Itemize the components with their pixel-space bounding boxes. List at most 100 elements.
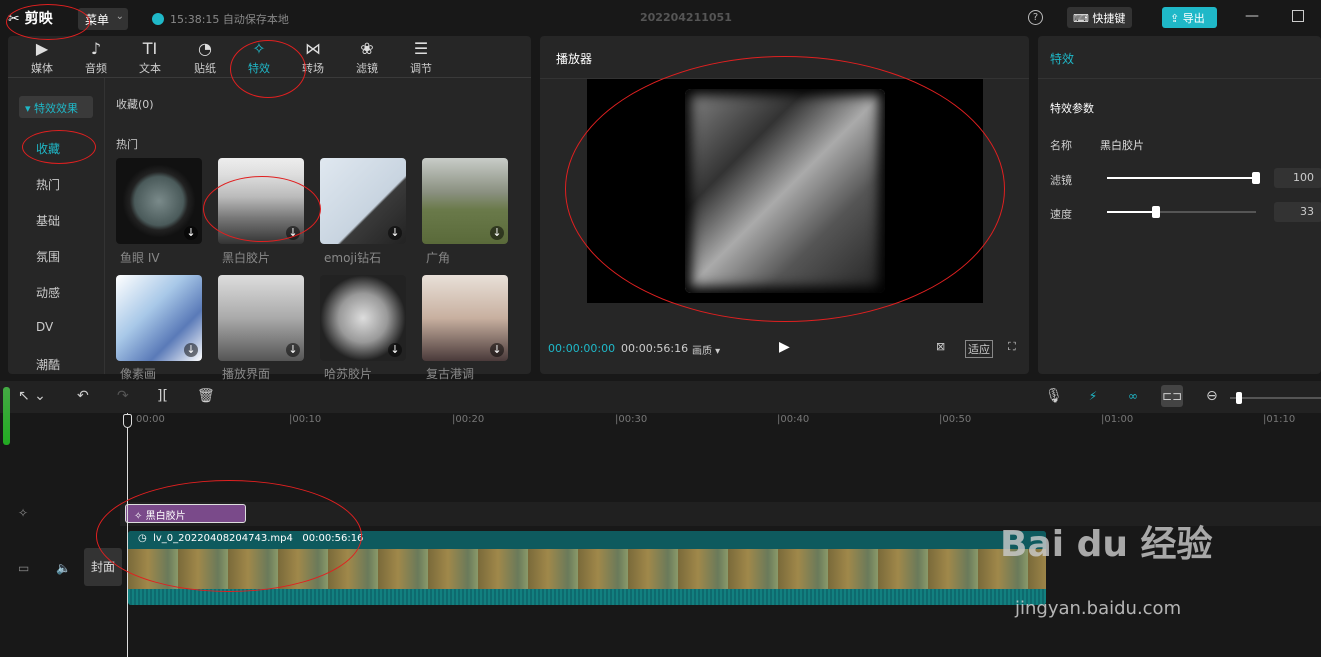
speed-slider-knob[interactable]	[1152, 206, 1161, 218]
delete-icon[interactable]: 🗑	[197, 388, 215, 404]
download-icon[interactable]: ↓	[286, 343, 300, 357]
adjust-icon: ☰	[413, 39, 429, 58]
fit-button[interactable]: 适应	[965, 340, 993, 358]
shortcut-button[interactable]: ⌨ 快捷键	[1067, 7, 1132, 28]
title-bar: ✂ 剪映 菜单 ⌄ 15:38:15 自动保存本地 202204211051 ? …	[0, 0, 1321, 36]
effect-label: 哈苏胶片	[324, 367, 373, 381]
save-status-text: 15:38:15 自动保存本地	[170, 13, 289, 26]
zoom-slider[interactable]	[1230, 392, 1321, 404]
annotation-ellipse	[203, 176, 321, 242]
quality-label: 画质	[692, 346, 712, 357]
tab-label: 音频	[85, 62, 107, 75]
filter-slider[interactable]	[1107, 172, 1260, 184]
play-icon[interactable]: ▶	[779, 339, 790, 355]
export-button[interactable]: ⇪ 导出	[1162, 7, 1217, 28]
fullscreen-icon[interactable]: ⛶	[1008, 340, 1016, 354]
playhead-handle[interactable]	[123, 414, 132, 428]
video-track-icon: ▭	[18, 561, 30, 575]
audio-waveform	[128, 589, 1046, 605]
split-icon[interactable]: ][	[157, 388, 168, 404]
sidebar-item-dynamic[interactable]: 动感	[36, 284, 60, 301]
zoom-slider-knob[interactable]	[1236, 392, 1242, 404]
timeline-ruler[interactable]: 00:00 |00:10 |00:20 |00:30 |00:40 |00:50…	[128, 413, 1321, 429]
download-icon[interactable]: ↓	[184, 226, 198, 240]
effect-track-icon: ✧	[18, 506, 29, 520]
sidebar-item-basic[interactable]: 基础	[36, 212, 60, 229]
download-icon[interactable]: ↓	[388, 226, 402, 240]
download-icon[interactable]: ↓	[490, 343, 504, 357]
project-title: 202204211051	[640, 11, 732, 24]
sidebar-item-ambience[interactable]: 氛围	[36, 248, 60, 265]
sidebar-item-dv[interactable]: DV	[36, 320, 53, 334]
effect-thumb-hasselblad[interactable]: ↓	[320, 275, 406, 361]
effect-thumb-retro-hk[interactable]: ↓	[422, 275, 508, 361]
watermark-url: jingyan.baidu.com	[1015, 598, 1182, 619]
save-status: 15:38:15 自动保存本地	[152, 11, 289, 27]
undo-icon[interactable]: ↶	[77, 388, 89, 404]
tab-text[interactable]: TI 文本	[128, 38, 172, 80]
tab-adjust[interactable]: ☰ 调节	[399, 38, 443, 80]
filter-slider-fill	[1107, 177, 1256, 179]
ruler-tick: |01:00	[1101, 414, 1134, 425]
redo-icon[interactable]: ↷	[117, 388, 129, 404]
download-icon[interactable]: ↓	[184, 343, 198, 357]
sticker-icon: ◔	[198, 39, 212, 58]
link-icon[interactable]: ∞	[1122, 385, 1144, 407]
effect-thumb-emoji-diamond[interactable]: ↓	[320, 158, 406, 244]
effect-thumb-pixel-art[interactable]: ↓	[116, 275, 202, 361]
minimize-icon[interactable]: —	[1245, 8, 1259, 24]
volume-icon[interactable]: 🔈	[56, 561, 71, 575]
effect-thumb-wide-angle[interactable]: ↓	[422, 158, 508, 244]
speed-value-input[interactable]: 33	[1274, 202, 1321, 222]
effect-label: 播放界面	[222, 367, 271, 381]
favorites-label: 收藏(0)	[116, 98, 154, 111]
caret-down-icon: ▾	[25, 102, 31, 115]
text-icon: TI	[142, 39, 158, 58]
tab-sticker[interactable]: ◔ 贴纸	[183, 38, 227, 80]
download-icon[interactable]: ↓	[490, 226, 504, 240]
filter-value-input[interactable]: 100	[1274, 168, 1321, 188]
tab-media[interactable]: ▶ 媒体	[20, 38, 64, 80]
effect-label: emoji钻石	[324, 251, 382, 265]
effect-thumb-player-ui[interactable]: ↓	[218, 275, 304, 361]
baidu-watermark: Bai du 经验	[1000, 524, 1213, 565]
ruler-tick: |00:30	[615, 414, 648, 425]
keyboard-icon: ⌨	[1073, 12, 1089, 25]
filter-slider-knob[interactable]	[1252, 172, 1260, 184]
audio-level-meter	[3, 387, 10, 445]
select-tool-icon[interactable]: ↖ ⌄	[18, 388, 46, 404]
sidebar-header-label: 特效效果	[34, 102, 79, 115]
quality-dropdown[interactable]: 画质 ▾	[692, 342, 720, 357]
check-icon	[152, 13, 164, 25]
tab-label: 媒体	[31, 62, 53, 75]
tab-audio[interactable]: ♪ 音频	[74, 38, 118, 80]
magnet-icon[interactable]: ⚡	[1082, 385, 1104, 407]
preview-axis-icon[interactable]: ⊏⊐	[1161, 385, 1183, 407]
total-time: 00:00:56:16	[621, 342, 689, 355]
help-icon[interactable]: ?	[1028, 10, 1043, 25]
effect-label: 广角	[426, 251, 451, 265]
ruler-tick: |00:40	[777, 414, 810, 425]
effect-panel: 特效 特效参数 名称 黑白胶片 滤镜 100 速度 33	[1038, 36, 1321, 374]
sidebar-item-trendy[interactable]: 潮酷	[36, 356, 60, 373]
maximize-icon[interactable]	[1292, 10, 1304, 22]
export-label: 导出	[1182, 12, 1205, 25]
download-icon[interactable]: ↓	[388, 343, 402, 357]
waveform-icon[interactable]: ⊠	[936, 340, 945, 353]
export-icon: ⇪	[1170, 12, 1180, 25]
sidebar-item-hot[interactable]: 热门	[36, 176, 60, 193]
speed-slider-fill	[1107, 211, 1157, 213]
effect-thumb-fisheye[interactable]: ↓	[116, 158, 202, 244]
name-label: 名称	[1050, 139, 1072, 152]
microphone-icon[interactable]: 🎙	[1045, 388, 1063, 404]
annotation-ellipse	[96, 480, 362, 592]
speed-label: 速度	[1050, 208, 1072, 221]
player-title: 播放器	[556, 52, 593, 66]
tab-filter[interactable]: ❀ 滤镜	[345, 38, 389, 80]
filter-icon: ❀	[360, 39, 374, 58]
zoom-out-icon[interactable]: ⊖	[1206, 388, 1218, 404]
tab-label: 滤镜	[356, 62, 378, 75]
sidebar-header[interactable]: ▾ 特效效果	[19, 96, 93, 118]
speed-slider[interactable]	[1107, 206, 1256, 218]
annotation-ellipse	[565, 56, 1005, 322]
